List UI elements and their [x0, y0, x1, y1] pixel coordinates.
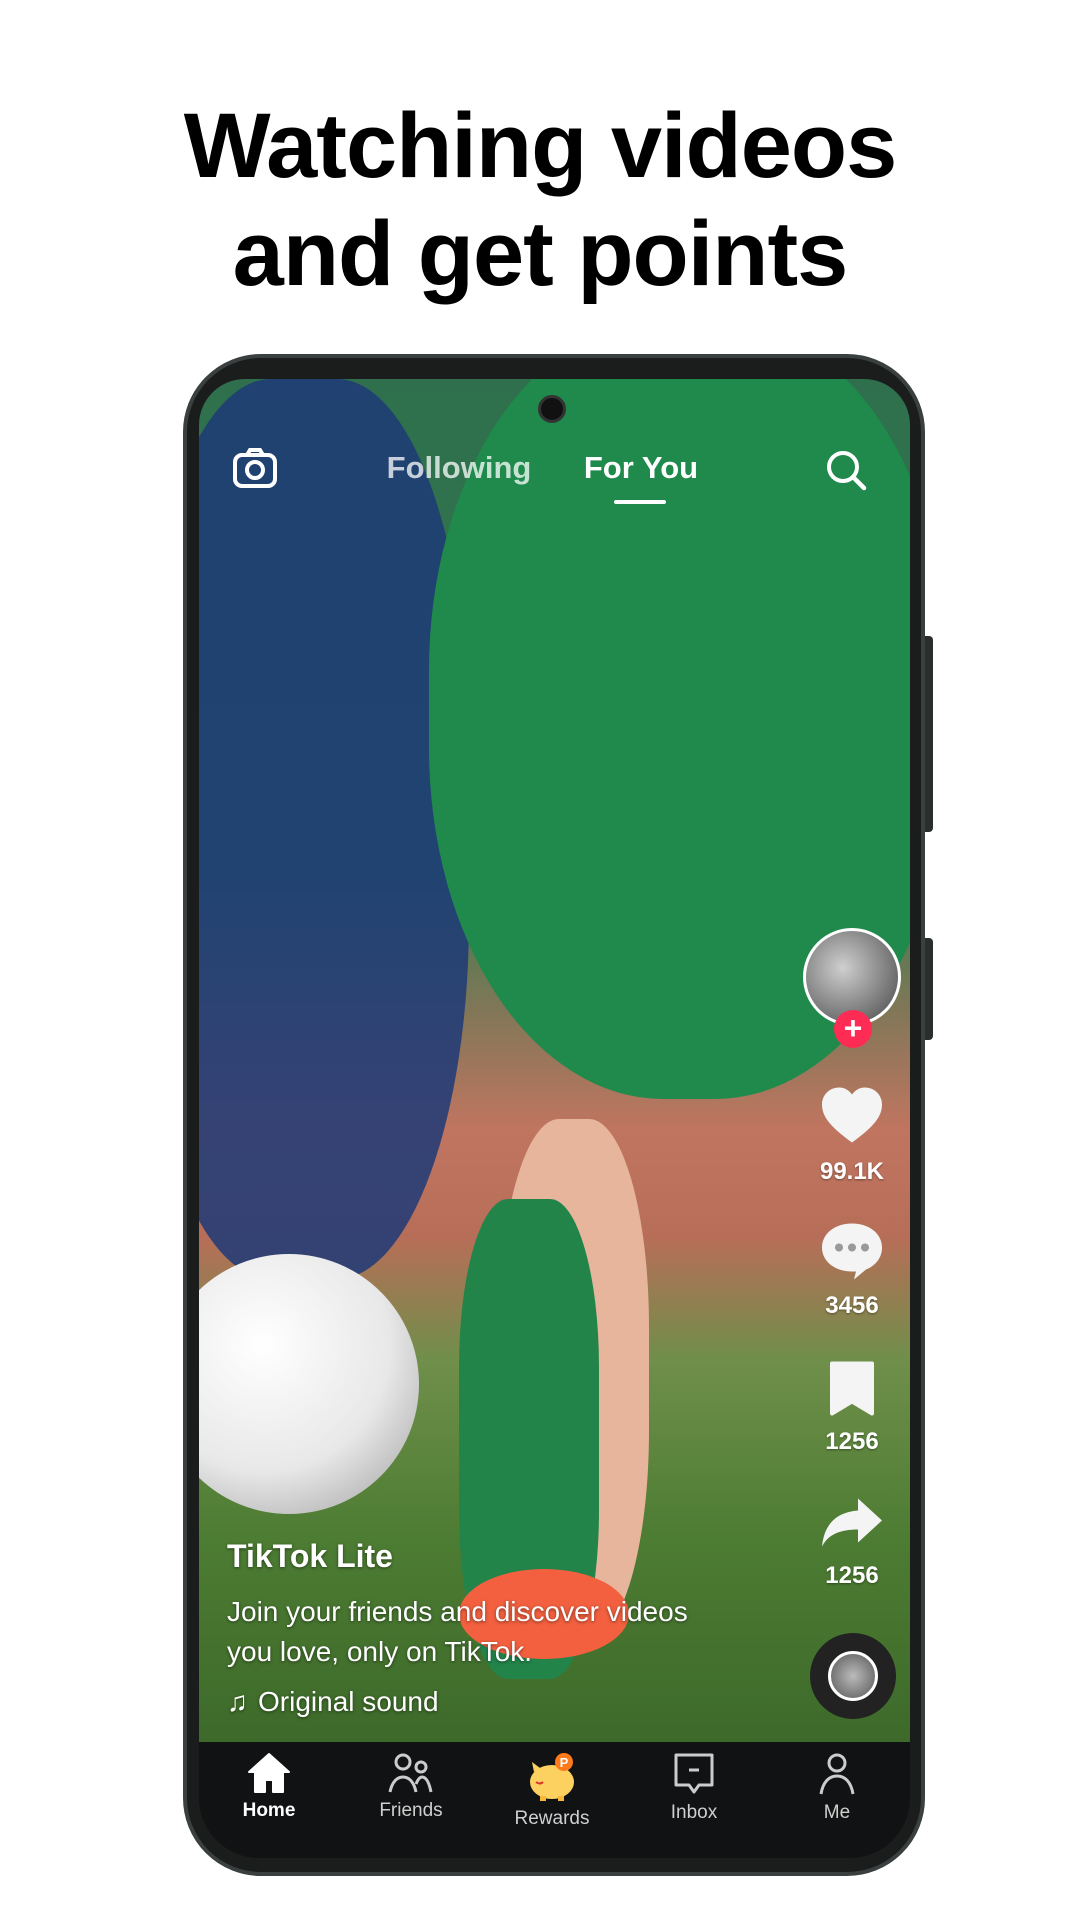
nav-me-label: Me	[823, 1802, 851, 1823]
headline: Watching videos and get points	[0, 92, 1080, 308]
video-soccer-ball	[199, 1254, 419, 1514]
tab-following[interactable]: Following	[387, 450, 532, 486]
power-button	[925, 938, 933, 1040]
tab-for-you[interactable]: For You	[584, 450, 698, 486]
heart-icon[interactable]	[820, 1087, 884, 1150]
nav-rewards[interactable]: P Rewards	[492, 1752, 612, 1830]
profile-icon	[819, 1753, 855, 1795]
nav-home-label: Home	[242, 1800, 296, 1821]
headline-line-2: and get points	[232, 203, 849, 305]
share-icon[interactable]	[820, 1497, 884, 1554]
nav-friends[interactable]: Friends	[351, 1752, 471, 1822]
inbox-icon	[674, 1753, 714, 1794]
music-note-icon: ♫	[227, 1686, 248, 1717]
nav-rewards-label: Rewards	[514, 1808, 590, 1829]
like-count: 99.1K	[819, 1158, 885, 1185]
front-camera	[538, 395, 566, 423]
camera-icon[interactable]	[232, 447, 278, 494]
nav-inbox[interactable]: Inbox	[634, 1752, 754, 1824]
caption-line-1: Join your friends and discover videos	[227, 1596, 688, 1627]
author-name[interactable]: TikTok Lite	[227, 1538, 393, 1575]
svg-text:P: P	[560, 1755, 569, 1770]
active-tab-indicator	[614, 500, 666, 504]
home-icon	[248, 1753, 290, 1793]
volume-button	[925, 636, 933, 832]
music-disc[interactable]	[810, 1633, 896, 1719]
share-count: 1256	[825, 1562, 879, 1589]
comment-icon[interactable]	[820, 1222, 884, 1287]
music-disc-cover	[828, 1651, 878, 1701]
bookmark-icon[interactable]	[828, 1360, 876, 1421]
nav-inbox-label: Inbox	[670, 1802, 718, 1823]
caption-line-2: you love, only on TikTok.	[227, 1636, 533, 1667]
sound-link[interactable]: ♫ Original sound	[227, 1686, 439, 1718]
nav-friends-label: Friends	[379, 1800, 443, 1821]
nav-home[interactable]: Home	[209, 1752, 329, 1822]
friends-icon	[388, 1753, 433, 1793]
nav-me[interactable]: Me	[777, 1752, 897, 1824]
piggy-bank-icon: P	[530, 1753, 574, 1801]
bookmark-count: 1256	[825, 1428, 879, 1455]
search-icon[interactable]	[824, 448, 868, 497]
sound-label: Original sound	[258, 1686, 439, 1717]
headline-line-1: Watching videos	[183, 95, 898, 197]
video-blue-player	[199, 379, 469, 1279]
follow-plus-icon[interactable]: +	[834, 1010, 872, 1048]
comment-count: 3456	[825, 1292, 879, 1319]
